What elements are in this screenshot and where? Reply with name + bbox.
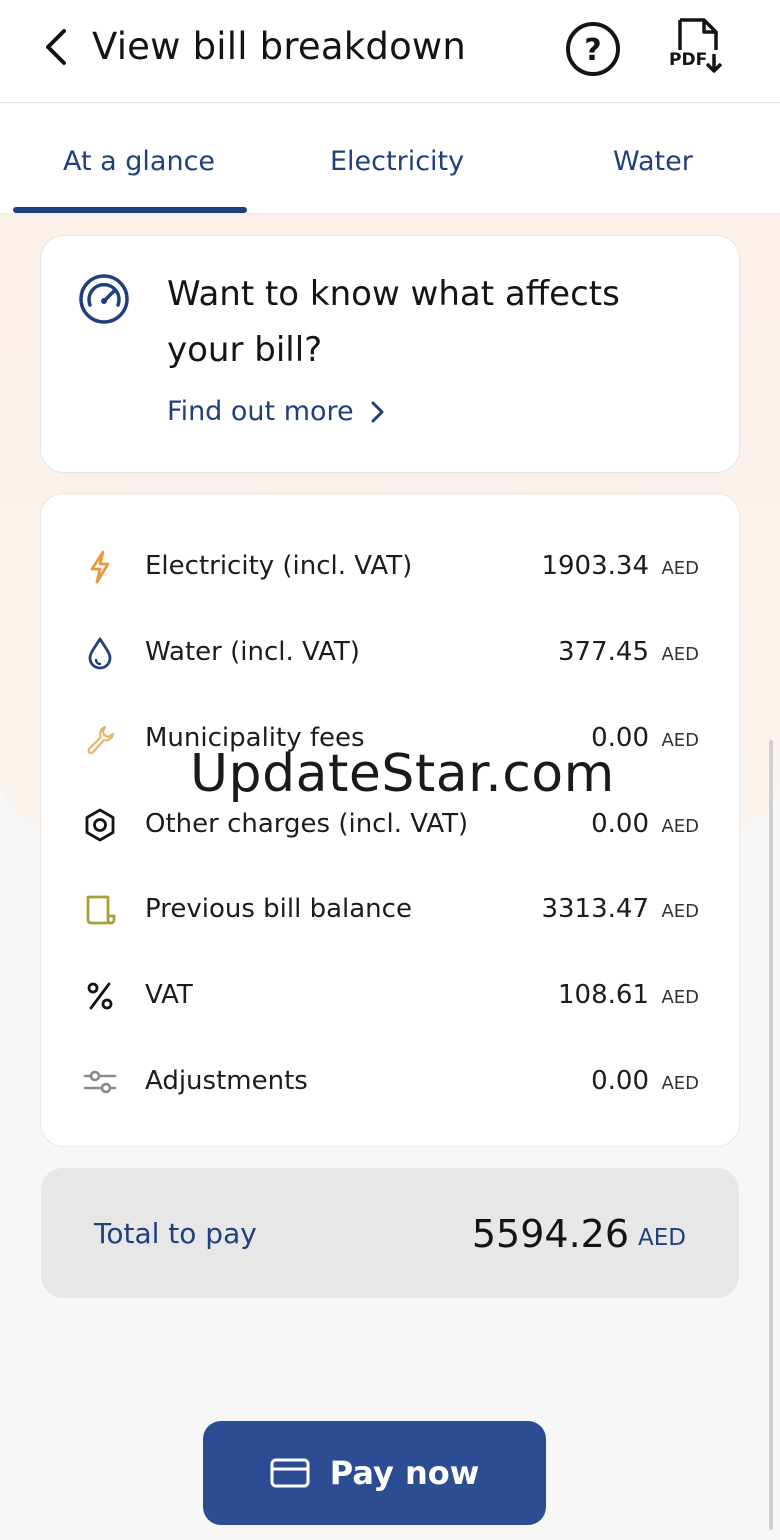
row-currency: AED <box>661 901 699 922</box>
row-currency: AED <box>661 558 699 579</box>
row-currency: AED <box>661 644 699 665</box>
percent-icon <box>81 977 119 1015</box>
hex-nut-icon <box>81 806 119 844</box>
tab-bar: At a glance Electricity Water <box>0 104 780 214</box>
pdf-label: PDF <box>669 50 708 70</box>
row-currency: AED <box>661 816 699 837</box>
bill-breakdown-screen: View bill breakdown ? PDF At a glance El… <box>0 0 780 1540</box>
total-currency: AED <box>638 1225 686 1251</box>
row-label: Previous bill balance <box>145 894 412 924</box>
tab-at-a-glance[interactable]: At a glance <box>63 142 215 182</box>
credit-card-icon <box>270 1458 310 1488</box>
back-arrow-icon <box>46 29 66 65</box>
row-amount: 1903.34 <box>541 551 649 581</box>
pdf-download-button[interactable]: PDF <box>662 14 732 80</box>
total-to-pay-card: Total to pay 5594.26 AED <box>41 1168 739 1298</box>
pay-now-button[interactable]: Pay now <box>203 1421 546 1525</box>
question-icon: ? <box>566 22 620 76</box>
app-header: View bill breakdown ? PDF <box>0 0 780 103</box>
gauge-icon <box>79 274 129 324</box>
bill-insights-card: Want to know what affects your bill? Fin… <box>40 235 740 473</box>
find-out-more-label: Find out more <box>167 396 354 427</box>
row-label: VAT <box>145 980 193 1010</box>
chevron-right-icon <box>371 401 384 423</box>
page-title: View bill breakdown <box>92 25 467 68</box>
row-label: Water (incl. VAT) <box>145 637 360 667</box>
row-currency: AED <box>661 730 699 751</box>
info-card-title: Want to know what affects your bill? <box>167 274 620 370</box>
row-amount: 3313.47 <box>541 894 649 924</box>
water-drop-icon <box>81 634 119 672</box>
row-amount: 0.00 <box>591 1066 649 1096</box>
pdf-download-icon <box>678 18 723 73</box>
back-button[interactable] <box>30 22 80 72</box>
list-item-vat: VAT 108.61 AED <box>41 965 741 1025</box>
sliders-icon <box>81 1063 119 1101</box>
list-item-previous-balance: Previous bill balance 3313.47 AED <box>41 879 741 939</box>
row-label: Electricity (incl. VAT) <box>145 551 413 581</box>
row-amount: 108.61 <box>558 980 649 1010</box>
list-item-water: Water (incl. VAT) 377.45 AED <box>41 622 741 682</box>
svg-text:?: ? <box>584 33 601 68</box>
list-item-adjustments: Adjustments 0.00 AED <box>41 1051 741 1111</box>
row-label: Adjustments <box>145 1066 308 1096</box>
lightning-icon <box>81 548 119 586</box>
scrollbar[interactable] <box>769 740 773 1530</box>
receipt-icon <box>81 891 119 929</box>
row-amount: 0.00 <box>591 809 649 839</box>
help-button[interactable]: ? <box>562 18 624 80</box>
wrench-icon <box>81 720 119 758</box>
watermark-text: UpdateStar.com <box>190 744 615 804</box>
tab-electricity[interactable]: Electricity <box>330 142 464 182</box>
tab-water[interactable]: Water <box>613 142 693 182</box>
bill-breakdown-card: Electricity (incl. VAT) 1903.34 AED Wate… <box>40 493 740 1147</box>
find-out-more-link[interactable]: Find out more <box>167 392 386 432</box>
list-item-electricity: Electricity (incl. VAT) 1903.34 AED <box>41 536 741 596</box>
total-amount: 5594.26 <box>471 1212 629 1256</box>
row-amount: 377.45 <box>558 637 649 667</box>
row-currency: AED <box>661 987 699 1008</box>
pay-now-label: Pay now <box>329 1454 480 1492</box>
active-tab-indicator <box>13 207 247 213</box>
row-currency: AED <box>661 1073 699 1094</box>
total-label: Total to pay <box>94 1217 257 1250</box>
row-label: Other charges (incl. VAT) <box>145 809 469 839</box>
